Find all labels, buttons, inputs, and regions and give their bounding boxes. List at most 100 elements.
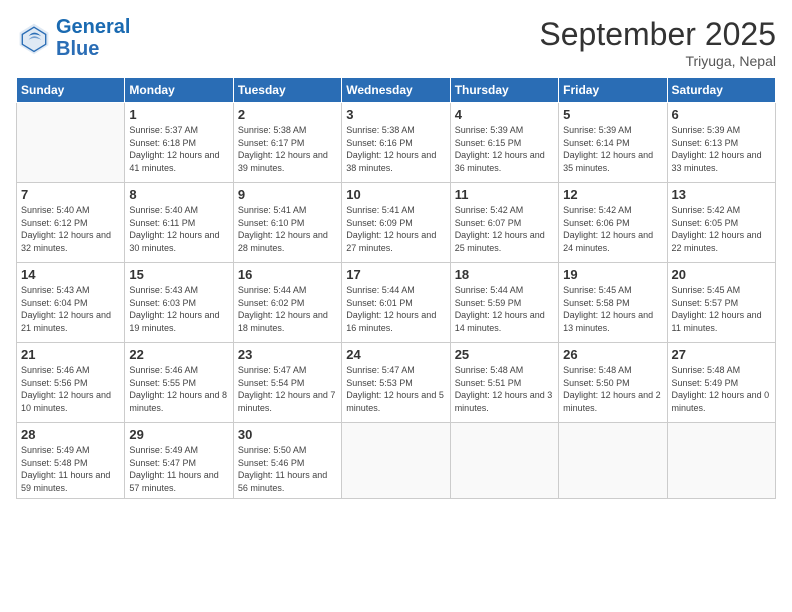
calendar-cell: [450, 423, 558, 499]
day-info: Sunrise: 5:40 AMSunset: 6:11 PMDaylight:…: [129, 204, 228, 254]
day-info: Sunrise: 5:48 AMSunset: 5:49 PMDaylight:…: [672, 364, 771, 414]
day-number: 4: [455, 107, 554, 122]
day-info: Sunrise: 5:43 AMSunset: 6:03 PMDaylight:…: [129, 284, 228, 334]
header-row: SundayMondayTuesdayWednesdayThursdayFrid…: [17, 78, 776, 103]
calendar-cell: 20Sunrise: 5:45 AMSunset: 5:57 PMDayligh…: [667, 263, 775, 343]
logo-text: General Blue: [56, 16, 130, 60]
day-number: 28: [21, 427, 120, 442]
col-header-saturday: Saturday: [667, 78, 775, 103]
calendar-cell: 4 Sunrise: 5:39 AMSunset: 6:15 PMDaylight…: [450, 103, 558, 183]
week-row-4: 21 Sunrise: 5:46 AMSunset: 5:56 PMDayligh…: [17, 343, 776, 423]
calendar-cell: 13Sunrise: 5:42 AMSunset: 6:05 PMDayligh…: [667, 183, 775, 263]
day-info: Sunrise: 5:38 AMSunset: 6:17 PMDaylight:…: [238, 124, 337, 174]
calendar-cell: 22Sunrise: 5:46 AMSunset: 5:55 PMDayligh…: [125, 343, 233, 423]
day-info: Sunrise: 5:46 AMSunset: 5:56 PMDaylight:…: [21, 364, 120, 414]
calendar-cell: 15 Sunrise: 5:43 AMSunset: 6:03 PMDayligh…: [125, 263, 233, 343]
day-number: 29: [129, 427, 228, 442]
title-block: September 2025 Triyuga, Nepal: [539, 16, 776, 69]
day-number: 13: [672, 187, 771, 202]
day-info: Sunrise: 5:47 AMSunset: 5:53 PMDaylight:…: [346, 364, 445, 414]
col-header-sunday: Sunday: [17, 78, 125, 103]
calendar-cell: 17 Sunrise: 5:44 AMSunset: 6:01 PMDayligh…: [342, 263, 450, 343]
day-info: Sunrise: 5:42 AMSunset: 6:06 PMDaylight:…: [563, 204, 662, 254]
day-number: 30: [238, 427, 337, 442]
week-row-1: 1Sunrise: 5:37 AMSunset: 6:18 PMDaylight…: [17, 103, 776, 183]
day-number: 10: [346, 187, 445, 202]
day-number: 16: [238, 267, 337, 282]
calendar-cell: [667, 423, 775, 499]
logo-general: General: [56, 16, 130, 38]
logo-blue: Blue: [56, 38, 99, 60]
day-number: 18: [455, 267, 554, 282]
day-number: 14: [21, 267, 120, 282]
day-info: Sunrise: 5:42 AMSunset: 6:07 PMDaylight:…: [455, 204, 554, 254]
page-header: General Blue September 2025 Triyuga, Nep…: [16, 16, 776, 69]
location: Triyuga, Nepal: [539, 53, 776, 69]
day-number: 22: [129, 347, 228, 362]
col-header-monday: Monday: [125, 78, 233, 103]
calendar-cell: 12 Sunrise: 5:42 AMSunset: 6:06 PMDayligh…: [559, 183, 667, 263]
day-number: 21: [21, 347, 120, 362]
day-info: Sunrise: 5:48 AMSunset: 5:50 PMDaylight:…: [563, 364, 662, 414]
day-number: 17: [346, 267, 445, 282]
day-number: 2: [238, 107, 337, 122]
day-number: 8: [129, 187, 228, 202]
calendar-cell: 30 Sunrise: 5:50 AMSunset: 5:46 PMDayligh…: [233, 423, 341, 499]
day-number: 5: [563, 107, 662, 122]
day-number: 7: [21, 187, 120, 202]
day-number: 11: [455, 187, 554, 202]
day-number: 15: [129, 267, 228, 282]
day-info: Sunrise: 5:41 AMSunset: 6:09 PMDaylight:…: [346, 204, 445, 254]
week-row-2: 7 Sunrise: 5:40 AMSunset: 6:12 PMDaylight…: [17, 183, 776, 263]
calendar-cell: 16 Sunrise: 5:44 AMSunset: 6:02 PMDayligh…: [233, 263, 341, 343]
calendar-cell: 28 Sunrise: 5:49 AMSunset: 5:48 PMDayligh…: [17, 423, 125, 499]
day-number: 9: [238, 187, 337, 202]
calendar-cell: 8 Sunrise: 5:40 AMSunset: 6:11 PMDaylight…: [125, 183, 233, 263]
calendar-cell: 18Sunrise: 5:44 AMSunset: 5:59 PMDayligh…: [450, 263, 558, 343]
calendar-cell: 27 Sunrise: 5:48 AMSunset: 5:49 PMDayligh…: [667, 343, 775, 423]
day-info: Sunrise: 5:39 AMSunset: 6:14 PMDaylight:…: [563, 124, 662, 174]
day-info: Sunrise: 5:49 AMSunset: 5:48 PMDaylight:…: [21, 444, 120, 494]
day-number: 6: [672, 107, 771, 122]
day-info: Sunrise: 5:45 AMSunset: 5:58 PMDaylight:…: [563, 284, 662, 334]
calendar-cell: 26Sunrise: 5:48 AMSunset: 5:50 PMDayligh…: [559, 343, 667, 423]
day-info: Sunrise: 5:49 AMSunset: 5:47 PMDaylight:…: [129, 444, 228, 494]
day-info: Sunrise: 5:43 AMSunset: 6:04 PMDaylight:…: [21, 284, 120, 334]
day-info: Sunrise: 5:41 AMSunset: 6:10 PMDaylight:…: [238, 204, 337, 254]
col-header-wednesday: Wednesday: [342, 78, 450, 103]
calendar-cell: 3Sunrise: 5:38 AMSunset: 6:16 PMDaylight…: [342, 103, 450, 183]
day-info: Sunrise: 5:44 AMSunset: 6:01 PMDaylight:…: [346, 284, 445, 334]
day-info: Sunrise: 5:50 AMSunset: 5:46 PMDaylight:…: [238, 444, 337, 494]
calendar-cell: 11 Sunrise: 5:42 AMSunset: 6:07 PMDayligh…: [450, 183, 558, 263]
day-number: 23: [238, 347, 337, 362]
day-number: 19: [563, 267, 662, 282]
day-info: Sunrise: 5:44 AMSunset: 6:02 PMDaylight:…: [238, 284, 337, 334]
day-info: Sunrise: 5:48 AMSunset: 5:51 PMDaylight:…: [455, 364, 554, 414]
calendar-cell: [342, 423, 450, 499]
calendar-cell: 2 Sunrise: 5:38 AMSunset: 6:17 PMDaylight…: [233, 103, 341, 183]
calendar-table: SundayMondayTuesdayWednesdayThursdayFrid…: [16, 77, 776, 499]
day-number: 1: [129, 107, 228, 122]
calendar-cell: 7 Sunrise: 5:40 AMSunset: 6:12 PMDaylight…: [17, 183, 125, 263]
day-number: 20: [672, 267, 771, 282]
calendar-cell: 1Sunrise: 5:37 AMSunset: 6:18 PMDaylight…: [125, 103, 233, 183]
week-row-5: 28 Sunrise: 5:49 AMSunset: 5:48 PMDayligh…: [17, 423, 776, 499]
day-info: Sunrise: 5:38 AMSunset: 6:16 PMDaylight:…: [346, 124, 445, 174]
day-info: Sunrise: 5:39 AMSunset: 6:15 PMDaylight:…: [455, 124, 554, 174]
calendar-cell: 14 Sunrise: 5:43 AMSunset: 6:04 PMDayligh…: [17, 263, 125, 343]
day-number: 12: [563, 187, 662, 202]
col-header-tuesday: Tuesday: [233, 78, 341, 103]
col-header-thursday: Thursday: [450, 78, 558, 103]
calendar-cell: 6 Sunrise: 5:39 AMSunset: 6:13 PMDaylight…: [667, 103, 775, 183]
calendar-cell: 5 Sunrise: 5:39 AMSunset: 6:14 PMDaylight…: [559, 103, 667, 183]
month-title: September 2025: [539, 16, 776, 53]
day-number: 27: [672, 347, 771, 362]
day-number: 24: [346, 347, 445, 362]
day-info: Sunrise: 5:39 AMSunset: 6:13 PMDaylight:…: [672, 124, 771, 174]
day-info: Sunrise: 5:40 AMSunset: 6:12 PMDaylight:…: [21, 204, 120, 254]
logo: General Blue: [16, 16, 130, 60]
calendar-cell: [559, 423, 667, 499]
logo-icon: [16, 20, 52, 56]
col-header-friday: Friday: [559, 78, 667, 103]
calendar-cell: 24 Sunrise: 5:47 AMSunset: 5:53 PMDayligh…: [342, 343, 450, 423]
